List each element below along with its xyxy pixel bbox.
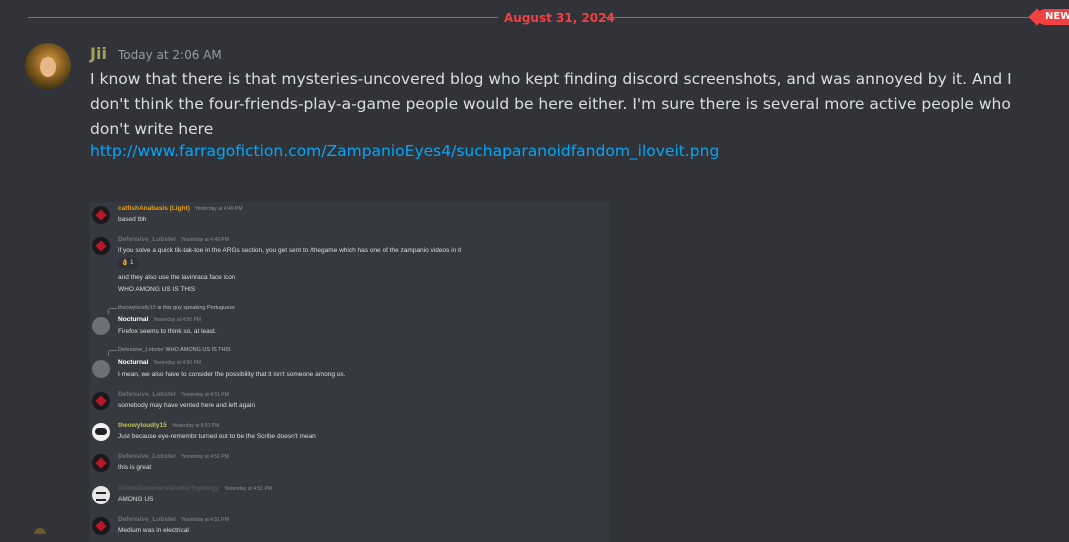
avatar [92, 360, 110, 378]
entry-text: Medium was in electrical [118, 527, 189, 534]
entry-author: Defensive_Lobster Yesterday at 4:49 PM [118, 236, 229, 243]
entry-text: somebody may have vented here and left a… [118, 402, 255, 409]
entry-author: Defensive_Lobster Yesterday at 4:51 PM [118, 516, 229, 523]
entry-time: Yesterday at 4:49 PM [181, 237, 229, 243]
entry-text: WHO AMONG US IS THIS [118, 286, 196, 293]
avatar [92, 454, 110, 472]
message-timestamp: Today at 2:06 AM [118, 48, 222, 62]
entry-author: Nocturnal Yesterday at 4:50 PM [118, 316, 201, 323]
entry-time: Yesterday at 4:50 PM [153, 360, 201, 366]
new-badge-label: NEW [1045, 11, 1069, 22]
entry-text: AMONG US [118, 496, 154, 503]
entry-text: I mean, we also have to consider the pos… [118, 371, 346, 378]
avatar [92, 392, 110, 410]
next-message-avatar[interactable] [34, 528, 46, 534]
entry-time: Yesterday at 4:51 PM [181, 517, 229, 523]
reply-preview: theowyloudly15 is this guy speaking Port… [107, 305, 236, 314]
avatar [92, 237, 110, 255]
entry-author: Nocturnal Yesterday at 4:50 PM [118, 359, 201, 366]
divider-line-left [28, 17, 498, 18]
avatar [92, 517, 110, 535]
entry-text: and they also use the lavinraca face ico… [118, 274, 236, 281]
entry-author: Defensive_Lobster Yesterday at 4:51 PM [118, 391, 229, 398]
new-messages-badge[interactable]: NEW [1037, 9, 1069, 25]
entry-text: Just because eye-remembr turned out to b… [118, 433, 316, 440]
entry-text: if you solve a quick tik-tak-toe in the … [118, 247, 462, 254]
divider-date: August 31, 2024 [504, 11, 615, 25]
reply-preview: Defensive_Lobster WHO AMONG US IS THIS [108, 347, 231, 356]
message-text: I know that there is that mysteries-unco… [90, 70, 1012, 138]
message-author[interactable]: Jii [90, 44, 107, 63]
divider-line-right [605, 17, 1043, 18]
entry-time: Yesterday at 4:51 PM [181, 392, 229, 398]
reply-author: theowyloudly15 [118, 305, 156, 311]
message-header: Jii Today at 2:06 AM [90, 44, 222, 63]
avatar [92, 423, 110, 441]
avatar [92, 317, 110, 335]
entry-author: catfishAnabasis (Light) Yesterday at 4:49… [118, 205, 243, 212]
avatar [92, 486, 110, 504]
reaction-pill: 👌 1 [118, 258, 138, 269]
message-link[interactable]: http://www.farragofiction.com/ZampanioEy… [90, 141, 719, 161]
avatar-face [40, 57, 56, 77]
reply-text: is this guy speaking Portuguese [155, 305, 236, 311]
entry-text: this is great [118, 464, 152, 471]
entry-text: Firefox seems to think so, at least. [118, 328, 217, 335]
entry-author: ArtistsDreamersShelterTopology Yesterday … [118, 485, 273, 492]
entry-author: Defensive_Lobster Yesterday at 4:51 PM [118, 453, 229, 460]
reply-author: Defensive_Lobster [118, 347, 164, 353]
avatar [92, 206, 110, 224]
entry-author: theowyloudly15 Yesterday at 4:51 PM [118, 422, 220, 429]
attached-screenshot[interactable]: catfishAnabasis (Light) Yesterday at 4:49… [90, 202, 610, 542]
user-avatar[interactable] [25, 43, 71, 89]
entry-text: based tbh [118, 216, 147, 223]
date-divider: August 31, 2024 [28, 9, 1069, 27]
entry-time: Yesterday at 4:51 PM [181, 454, 229, 460]
entry-time: Yesterday at 4:51 PM [224, 486, 273, 492]
entry-time: Yesterday at 4:49 PM [194, 206, 243, 212]
reply-text: WHO AMONG US IS THIS [163, 347, 231, 353]
entry-time: Yesterday at 4:50 PM [153, 317, 201, 323]
entry-time: Yesterday at 4:51 PM [171, 423, 220, 429]
